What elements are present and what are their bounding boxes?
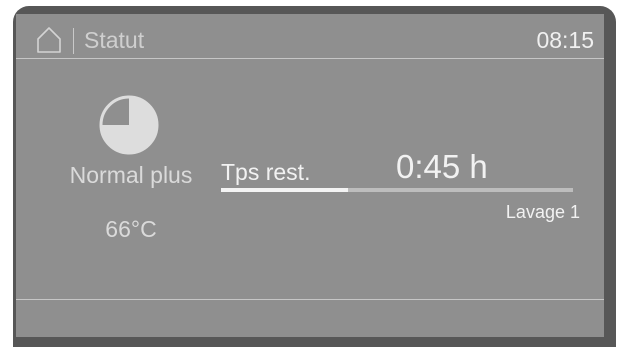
progress-bar-fill xyxy=(221,188,348,192)
clock: 08:15 xyxy=(536,27,594,53)
program-phase: Lavage 1 xyxy=(505,202,580,222)
footer-divider xyxy=(16,299,604,300)
header-separator xyxy=(73,28,74,54)
remaining-time-value: 0:45 h xyxy=(396,148,488,185)
program-name: Normal plus xyxy=(69,162,193,188)
home-icon[interactable] xyxy=(36,26,62,54)
progress-bar xyxy=(221,188,573,192)
program-temperature: 66°C xyxy=(105,216,157,242)
page-title: Statut xyxy=(84,27,145,53)
pie-progress-icon xyxy=(99,95,159,155)
remaining-time-label: Tps rest. xyxy=(221,159,311,185)
header-divider xyxy=(16,58,604,59)
display-screen: Statut 08:15 Normal plus 66°C Tps rest. … xyxy=(16,14,604,337)
